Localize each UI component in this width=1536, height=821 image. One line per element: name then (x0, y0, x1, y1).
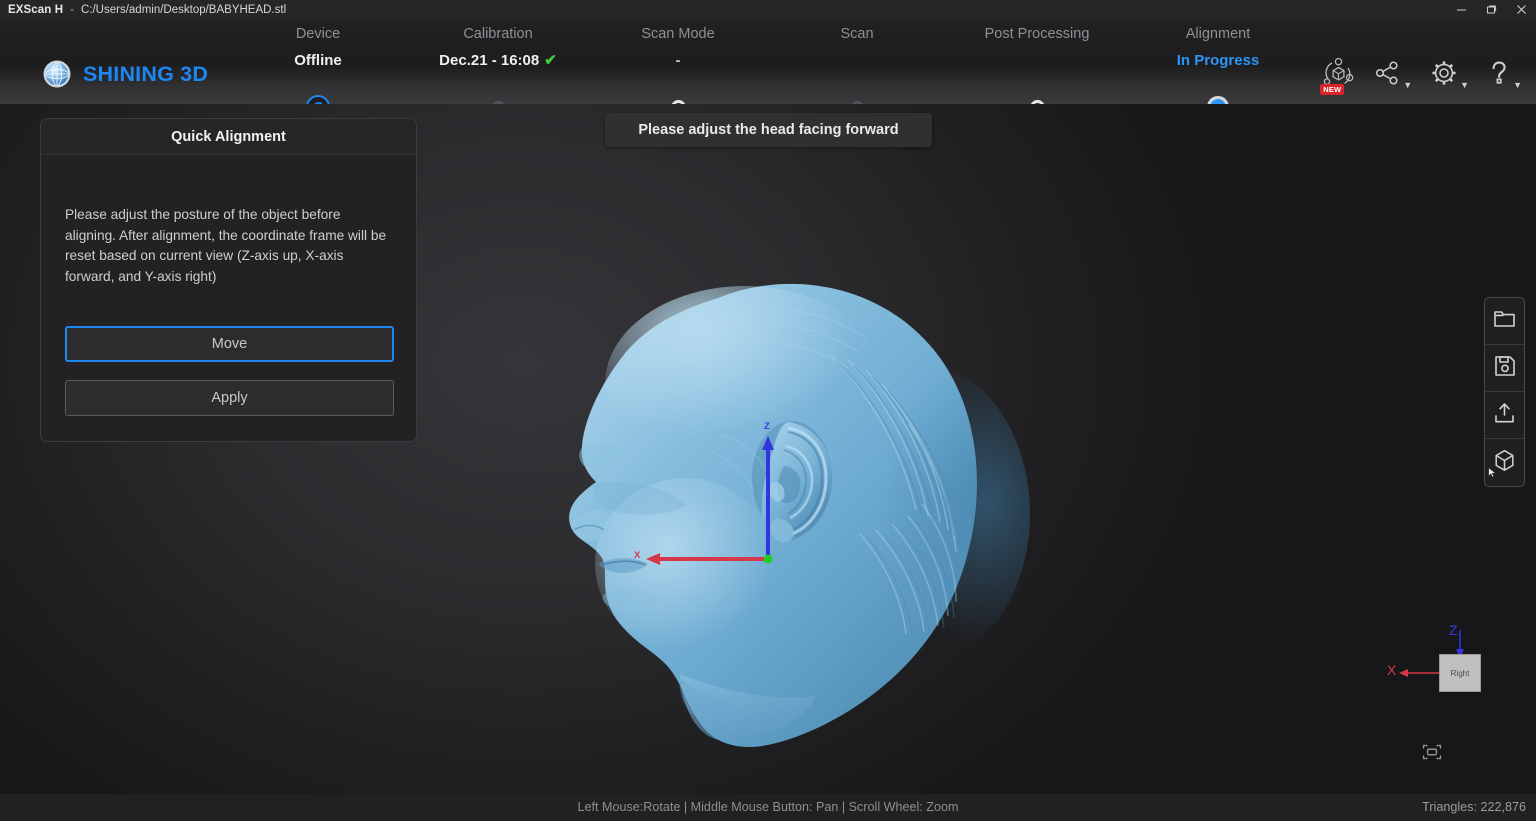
calibration-timestamp: Dec.21 - 16:08 (439, 52, 539, 69)
step-value: Offline (218, 50, 418, 72)
cursor-pointer-icon (1488, 465, 1497, 483)
origin-axis-gizmo: Z X (620, 424, 820, 574)
step-label: Scan Mode (578, 25, 778, 43)
3d-viewport[interactable]: Z X Please adjust the head facing forwar… (0, 104, 1536, 821)
step-label: Post Processing (937, 25, 1137, 43)
step-label: Alignment (1118, 25, 1318, 43)
workflow-step-calibration[interactable]: Calibration Dec.21 - 16:08 ✔ (398, 25, 598, 72)
triangle-count: Triangles: 222,876 (1422, 794, 1526, 821)
view-cube-z-label: Z (1449, 622, 1458, 638)
gizmo-x-label: X (634, 550, 640, 561)
help-button[interactable]: ▼ (1487, 59, 1522, 92)
gizmo-z-label: Z (764, 421, 770, 432)
step-dot-device-refresh-icon[interactable] (306, 95, 330, 104)
mesh-button[interactable] (1485, 439, 1524, 486)
panel-header: Quick Alignment (41, 119, 416, 155)
step-value: - (578, 50, 778, 72)
fit-to-screen-button[interactable] (1422, 744, 1442, 765)
minimize-icon[interactable] (1446, 0, 1476, 19)
workflow-step-alignment[interactable]: Alignment In Progress (1118, 25, 1318, 72)
view-cube-face-right[interactable]: Right (1439, 654, 1481, 692)
export-upload-icon (1493, 402, 1516, 429)
new-badge: NEW (1320, 84, 1344, 95)
settings-button[interactable]: ▼ (1430, 59, 1469, 92)
model-library-button[interactable]: NEW (1321, 57, 1355, 94)
step-value: Dec.21 - 16:08 ✔ (398, 50, 598, 72)
header-icon-group: NEW ▼ (1321, 57, 1522, 93)
share-button[interactable]: ▼ (1373, 59, 1412, 92)
workflow-step-post-processing[interactable]: Post Processing (937, 25, 1137, 72)
workflow-stepper: Device Offline Calibration Dec.21 - 16:0… (0, 19, 1536, 104)
banner-message: Please adjust the head facing forward (638, 122, 898, 138)
step-label: Scan (757, 25, 957, 43)
chevron-down-icon[interactable]: ▼ (1403, 80, 1412, 90)
workflow-step-scan-mode[interactable]: Scan Mode - (578, 25, 778, 72)
chevron-down-icon[interactable]: ▼ (1513, 80, 1522, 90)
view-cube-x-label: X (1387, 662, 1396, 678)
step-label: Device (218, 25, 418, 43)
window-titlebar: EXScan H - C:/Users/admin/Desktop/BABYHE… (0, 0, 1536, 19)
view-orientation-cube[interactable]: Right Z X (1381, 616, 1501, 726)
step-value (757, 50, 957, 72)
app-name: EXScan H (8, 4, 63, 16)
quick-alignment-panel: Quick Alignment Please adjust the postur… (40, 118, 417, 442)
status-bar: Left Mouse:Rotate | Middle Mouse Button:… (0, 794, 1536, 821)
close-icon[interactable] (1506, 0, 1536, 19)
gear-icon (1430, 59, 1458, 92)
app-header: SHINING 3D Device Offline Calibration De… (0, 19, 1536, 104)
mouse-hint-text: Left Mouse:Rotate | Middle Mouse Button:… (0, 794, 1536, 821)
move-button[interactable]: Move (65, 326, 394, 362)
export-button[interactable] (1485, 392, 1524, 439)
open-file-path: C:/Users/admin/Desktop/BABYHEAD.stl (81, 4, 286, 16)
window-controls (1446, 0, 1536, 19)
help-question-icon (1487, 59, 1511, 92)
open-folder-button[interactable] (1485, 298, 1524, 345)
view-cube-face-label: Right (1451, 669, 1470, 678)
open-folder-icon (1493, 308, 1516, 334)
step-label: Calibration (398, 25, 598, 43)
titlebar-separator: - (70, 4, 74, 16)
instruction-banner: Please adjust the head facing forward (605, 113, 932, 147)
step-value: In Progress (1118, 50, 1318, 72)
step-value (937, 50, 1137, 72)
viewport-right-toolbar (1484, 297, 1525, 487)
apply-button[interactable]: Apply (65, 380, 394, 416)
step-dot-alignment[interactable] (1207, 96, 1229, 104)
workflow-step-scan[interactable]: Scan (757, 25, 957, 72)
save-floppy-icon (1494, 355, 1516, 382)
panel-title: Quick Alignment (171, 129, 286, 145)
check-icon: ✔ (544, 52, 557, 69)
chevron-down-icon[interactable]: ▼ (1460, 80, 1469, 90)
maximize-restore-icon[interactable] (1476, 0, 1506, 19)
panel-description: Please adjust the posture of the object … (65, 205, 392, 287)
save-button[interactable] (1485, 345, 1524, 392)
panel-body: Please adjust the posture of the object … (41, 205, 416, 416)
share-icon (1373, 59, 1401, 92)
workflow-step-device[interactable]: Device Offline (218, 25, 418, 72)
